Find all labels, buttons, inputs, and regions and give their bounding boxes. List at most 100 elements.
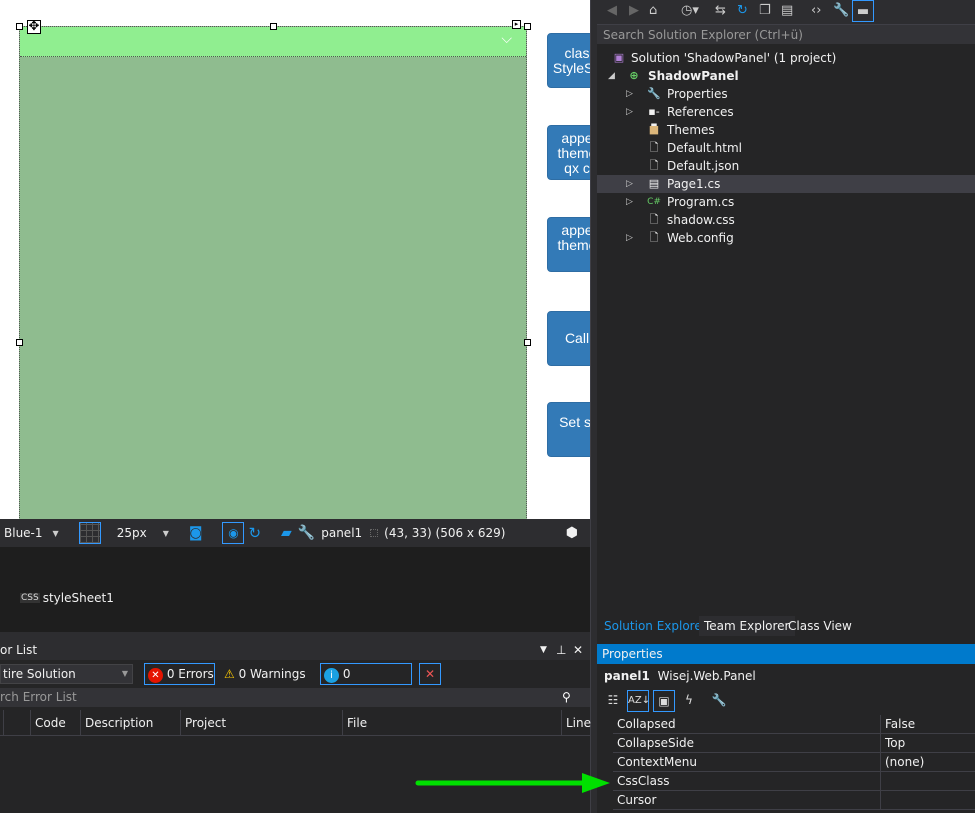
column-line[interactable]: Line (561, 710, 591, 736)
property-name: Cursor (617, 793, 657, 807)
grid-icon[interactable] (78, 522, 101, 544)
theme-select[interactable]: Blue-1 (4, 526, 43, 540)
chevron-down-icon[interactable]: ▼ (53, 529, 59, 538)
tree-item[interactable]: 🗋 Default.json (597, 157, 975, 175)
property-value[interactable]: (none) (880, 753, 975, 772)
forward-icon[interactable]: ▶ (629, 0, 639, 22)
config-icon: 🗋 (649, 231, 659, 244)
sync-icon[interactable]: ⇆ (715, 0, 726, 22)
property-row[interactable]: Collapsed False (613, 715, 975, 734)
column-file[interactable]: File (342, 710, 367, 736)
tree-item[interactable]: ▷ C# Program.cs (597, 193, 975, 211)
collapsed-icon[interactable]: ▷ (626, 229, 633, 247)
property-row[interactable]: CollapseSide Top (613, 734, 975, 753)
tree-item-selected[interactable]: ▷ ▤ Page1.cs (597, 175, 975, 193)
tree-item[interactable]: ■ Themes (597, 121, 975, 139)
panel-header[interactable]: ⌵ (20, 27, 526, 57)
error-search-input[interactable]: rch Error List ⚲ (0, 688, 590, 707)
properties-icon[interactable]: ▣ (653, 690, 675, 712)
expanded-icon[interactable]: ◢ (608, 67, 615, 85)
resize-handle[interactable] (524, 339, 531, 346)
info-icon: i (324, 668, 339, 683)
property-value[interactable]: Top (880, 734, 975, 753)
property-pages-icon[interactable]: 🔧 (709, 690, 729, 712)
tray-item-stylesheet1[interactable]: CSS styleSheet1 (20, 591, 114, 605)
tree-item[interactable]: 🗋 shadow.css (597, 211, 975, 229)
property-row[interactable]: CssClass (613, 772, 975, 791)
solution-search-input[interactable]: Search Solution Explorer (Ctrl+ü) (597, 24, 975, 44)
events-icon[interactable]: ϟ (679, 690, 699, 712)
clear-filter-icon[interactable]: ✕ (419, 663, 441, 685)
refresh-icon[interactable]: ↻ (737, 0, 748, 22)
form-designer[interactable]: ⌵ ✥ ▸ clas StyleSh appe theme qx c appe … (0, 0, 590, 519)
property-value[interactable] (880, 772, 975, 791)
splitter[interactable] (590, 0, 597, 813)
property-row[interactable]: ContextMenu (none) (613, 753, 975, 772)
categorized-icon[interactable]: ☷ (603, 690, 623, 712)
designer-button[interactable]: clas StyleSh (547, 33, 590, 88)
chevron-down-icon[interactable]: ▼ (163, 529, 169, 538)
tree-item-label: ShadowPanel (648, 69, 739, 83)
show-all-files-icon[interactable]: ▤ (781, 0, 793, 22)
resize-handle[interactable] (270, 23, 277, 30)
tree-item[interactable]: ▷ ▪-▪ References (597, 103, 975, 132)
column-project[interactable]: Project (180, 710, 226, 736)
resize-handle[interactable] (16, 339, 23, 346)
component-name: panel1 (321, 526, 363, 540)
tree-item-project[interactable]: ◢ ⊕ ShadowPanel (597, 67, 975, 85)
tab-class-view[interactable]: Class View (783, 616, 857, 636)
chevron-down-icon[interactable]: ⌵ (501, 31, 512, 47)
designer-button[interactable]: appe theme qx c (547, 125, 590, 180)
column-code[interactable]: Code (30, 710, 66, 736)
errors-filter-button[interactable]: ✕ 0 Errors (144, 663, 215, 685)
search-icon[interactable]: ⚲ (562, 688, 571, 707)
history-icon[interactable]: ◷▾ (681, 0, 699, 22)
wrench-icon[interactable]: 🔧 (298, 525, 315, 541)
grid-size-select[interactable]: 25px (117, 526, 147, 540)
error-icon: ✕ (148, 668, 163, 683)
tree-item[interactable]: ▷ 🗋 Web.config (597, 229, 975, 247)
resize-handle[interactable] (524, 23, 531, 30)
tree-item[interactable]: ▷ 🔧 Properties (597, 85, 975, 103)
column-description[interactable]: Description (80, 710, 153, 736)
camera-icon[interactable]: ◙ (189, 525, 203, 541)
dropdown-icon[interactable]: ▼ (540, 640, 547, 660)
view-code-icon[interactable]: ‹› (811, 0, 821, 22)
tree-item-solution[interactable]: ▣ Solution 'ShadowPanel' (1 project) (597, 49, 975, 67)
designer-button[interactable]: appe theme (547, 217, 590, 272)
designer-button[interactable]: Call (547, 311, 590, 366)
errors-count: 0 Errors (166, 667, 214, 681)
eye-icon[interactable]: ◉ (222, 522, 245, 544)
property-row[interactable]: Cursor (613, 791, 975, 810)
collapsed-icon[interactable]: ▷ (626, 85, 633, 103)
refresh-icon[interactable]: ↻ (248, 524, 261, 542)
preview-icon[interactable]: ▬ (852, 0, 874, 22)
property-value[interactable]: False (880, 715, 975, 734)
tab-solution-explorer[interactable]: Solution Explorer (599, 616, 712, 636)
back-icon[interactable]: ◀ (607, 0, 617, 22)
alphabetical-icon[interactable]: AZ↓ (627, 690, 650, 712)
home-icon[interactable]: ⌂ (649, 0, 657, 22)
toolbox-icon[interactable]: ▰ (281, 525, 292, 541)
panel1[interactable]: ⌵ (19, 26, 527, 519)
scope-select[interactable]: tire Solution ▼ (0, 664, 133, 684)
resize-handle[interactable] (16, 23, 23, 30)
collapsed-icon[interactable]: ▷ (626, 175, 633, 193)
wrench-icon: 🔧 (647, 87, 661, 100)
warnings-filter-button[interactable]: ⚠ 0 Warnings (224, 663, 306, 685)
move-handle-icon[interactable]: ✥ (27, 20, 41, 34)
wisej-logo-icon[interactable]: ⬢ (566, 525, 578, 541)
designer-button[interactable]: Set st (547, 402, 590, 457)
smart-tag-icon[interactable]: ▸ (512, 20, 521, 29)
wrench-icon[interactable]: 🔧 (833, 0, 849, 22)
collapse-all-icon[interactable]: ❐ (759, 0, 771, 22)
tab-team-explorer[interactable]: Team Explorer (699, 616, 795, 636)
properties-object-select[interactable]: panel1 Wisej.Web.Panel (604, 667, 756, 685)
collapsed-icon[interactable]: ▷ (626, 103, 633, 121)
collapsed-icon[interactable]: ▷ (626, 193, 633, 211)
close-icon[interactable]: ✕ (573, 640, 583, 660)
tree-item[interactable]: 🗋 Default.html (597, 139, 975, 157)
property-value[interactable] (880, 791, 975, 810)
pin-icon[interactable]: ⊥ (556, 640, 566, 660)
messages-filter-button[interactable]: i 0 Messages (320, 663, 412, 701)
